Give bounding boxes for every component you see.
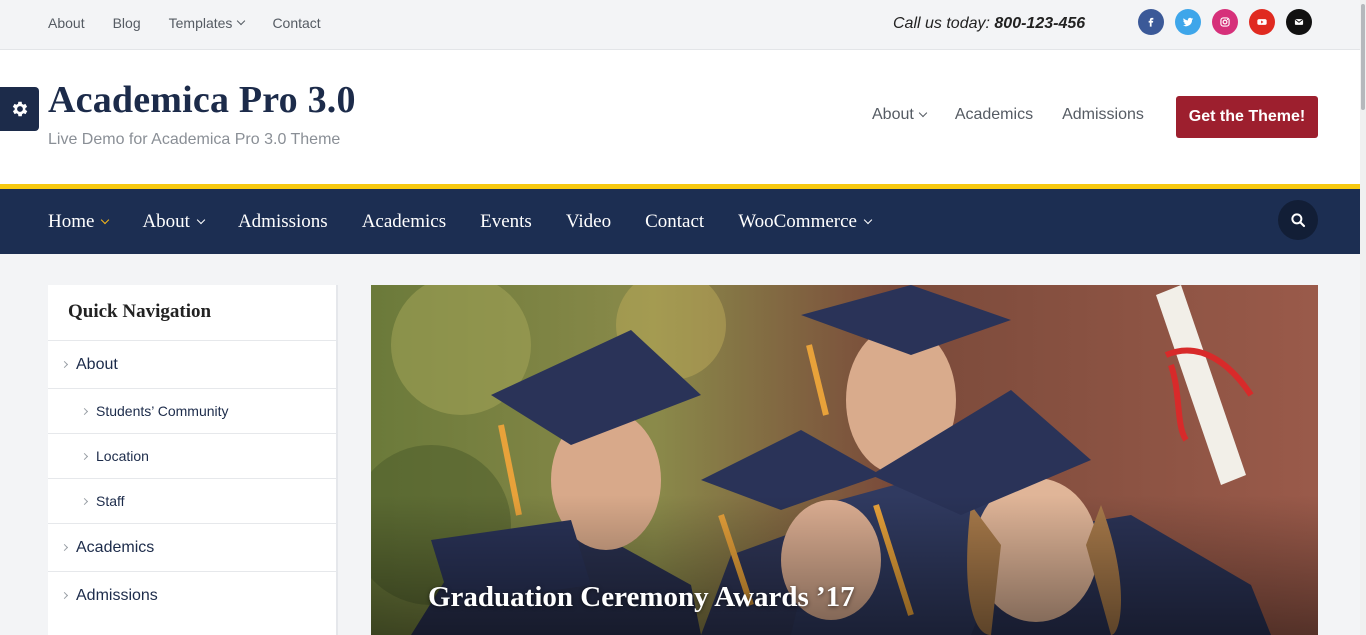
main-nav-woocommerce[interactable]: WooCommerce: [738, 210, 873, 233]
header-nav-admissions[interactable]: Admissions: [1062, 106, 1144, 124]
gear-icon: [12, 101, 27, 117]
get-theme-button[interactable]: Get the Theme!: [1176, 96, 1318, 138]
email-icon[interactable]: [1286, 9, 1312, 35]
chevron-right-icon: [60, 543, 69, 552]
scrollbar-thumb[interactable]: [1361, 4, 1365, 110]
quick-nav-item-label: Admissions: [76, 586, 158, 604]
quick-navigation-list: About Students’ Community Location Staff…: [48, 340, 336, 619]
main-nav-events[interactable]: Events: [480, 211, 532, 233]
main-nav-woocommerce-label: WooCommerce: [738, 210, 857, 232]
chevron-down-icon: [918, 108, 928, 118]
main-nav-home[interactable]: Home: [48, 210, 110, 233]
chevron-right-icon: [80, 497, 89, 505]
call-us-prefix: Call us today:: [893, 15, 990, 32]
main-nav-about[interactable]: About: [142, 210, 206, 233]
top-nav-blog[interactable]: Blog: [113, 15, 141, 31]
chevron-right-icon: [60, 360, 69, 369]
quick-nav-item-academics[interactable]: Academics: [48, 523, 336, 571]
main-nav-video[interactable]: Video: [566, 211, 611, 233]
quick-navigation-widget: Quick Navigation About Students’ Communi…: [48, 285, 338, 635]
quick-nav-item-label: About: [76, 355, 118, 373]
main-nav-admissions[interactable]: Admissions: [238, 211, 328, 233]
chevron-down-icon: [237, 16, 246, 26]
main-nav-about-label: About: [142, 210, 190, 232]
top-nav-templates-label: Templates: [168, 15, 233, 31]
main-nav-academics[interactable]: Academics: [362, 211, 446, 233]
top-nav: About Blog Templates Contact: [48, 0, 321, 46]
main-nav: Home About Admissions Academics Events V…: [48, 189, 873, 254]
facebook-icon[interactable]: [1138, 9, 1164, 35]
chevron-right-icon: [80, 452, 89, 460]
chevron-down-icon: [101, 215, 110, 224]
quick-nav-item-staff[interactable]: Staff: [48, 478, 336, 523]
header-nav-academics[interactable]: Academics: [955, 106, 1033, 124]
instagram-icon[interactable]: [1212, 9, 1238, 35]
main-nav-bar: Home About Admissions Academics Events V…: [0, 189, 1366, 254]
settings-gear-button[interactable]: [0, 87, 39, 131]
chevron-right-icon: [60, 591, 69, 600]
twitter-icon[interactable]: [1175, 9, 1201, 35]
top-nav-contact[interactable]: Contact: [272, 15, 320, 31]
hero-slide[interactable]: Graduation Ceremony Awards ’17: [371, 285, 1318, 635]
quick-nav-item-admissions[interactable]: Admissions: [48, 571, 336, 619]
social-links: [1138, 9, 1312, 35]
header-nav-about[interactable]: About: [872, 106, 928, 124]
search-icon: [1291, 213, 1306, 228]
quick-nav-item-about[interactable]: About: [48, 340, 336, 388]
chevron-right-icon: [80, 407, 89, 415]
call-us-number[interactable]: 800-123-456: [994, 15, 1085, 32]
chevron-down-icon: [196, 215, 206, 224]
quick-nav-item-label: Staff: [96, 493, 125, 509]
call-us-text: Call us today: 800-123-456: [893, 15, 1085, 33]
top-nav-templates[interactable]: Templates: [168, 15, 246, 31]
main-nav-contact[interactable]: Contact: [645, 211, 704, 233]
site-tagline: Live Demo for Academica Pro 3.0 Theme: [48, 131, 341, 148]
quick-nav-item-label: Academics: [76, 538, 155, 556]
header-nav-about-label: About: [872, 106, 914, 123]
quick-navigation-title: Quick Navigation: [68, 301, 212, 322]
quick-nav-item-location[interactable]: Location: [48, 433, 336, 478]
youtube-icon[interactable]: [1249, 9, 1275, 35]
header-nav: About Academics Admissions: [872, 106, 1144, 124]
quick-nav-item-label: Location: [96, 448, 149, 464]
search-button[interactable]: [1278, 200, 1318, 240]
top-bar: About Blog Templates Contact Call us tod…: [0, 0, 1366, 50]
quick-nav-item-students-community[interactable]: Students’ Community: [48, 388, 336, 433]
chevron-down-icon: [863, 215, 873, 224]
hero-caption[interactable]: Graduation Ceremony Awards ’17: [428, 581, 855, 614]
main-nav-home-label: Home: [48, 210, 95, 232]
top-nav-about[interactable]: About: [48, 15, 85, 31]
quick-nav-item-label: Students’ Community: [96, 403, 229, 419]
site-title[interactable]: Academica Pro 3.0: [48, 78, 356, 122]
